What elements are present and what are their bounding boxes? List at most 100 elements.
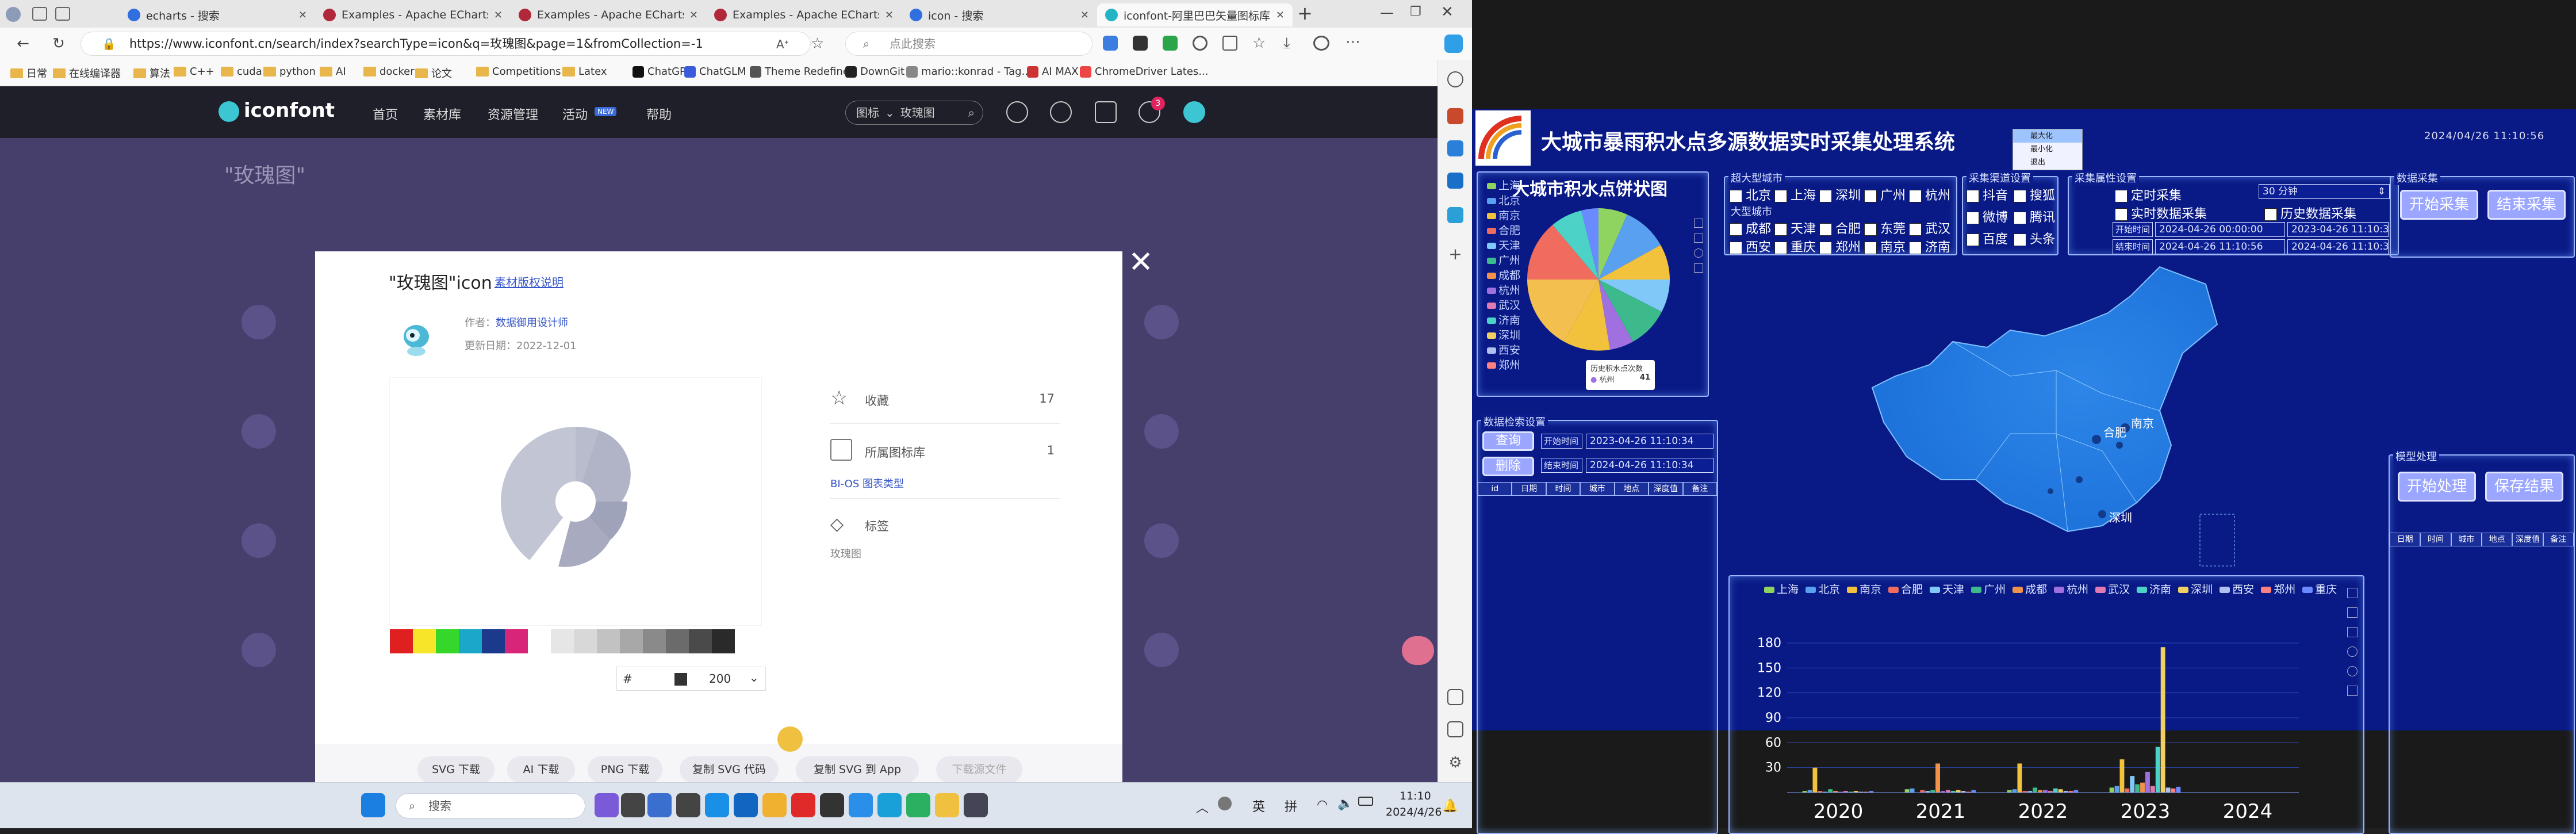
favorite-item[interactable]: python: [263, 66, 316, 78]
source-option[interactable]: 头条: [2014, 229, 2055, 247]
city-checkbox[interactable]: [1909, 190, 1922, 202]
bar[interactable]: [2073, 790, 2079, 793]
bar[interactable]: [2033, 787, 2038, 793]
bar[interactable]: [2140, 782, 2145, 793]
result-icon[interactable]: [1144, 523, 1179, 558]
close-icon[interactable]: ✕: [885, 9, 894, 21]
result-icon[interactable]: [1144, 633, 1179, 667]
result-icon[interactable]: [1144, 414, 1179, 449]
pie-legend-item[interactable]: 上海: [1487, 177, 1527, 192]
settings-app-icon[interactable]: [647, 793, 672, 817]
save-result-button[interactable]: 保存结果: [2485, 472, 2563, 502]
bar-legend-item[interactable]: 武汉: [2095, 583, 2130, 596]
city-option[interactable]: 济南: [1909, 237, 1950, 255]
workspaces-icon[interactable]: [32, 7, 47, 21]
copy-svg-code-button[interactable]: 复制 SVG 代码: [680, 756, 779, 782]
bar[interactable]: [2145, 771, 2150, 793]
bar[interactable]: [2150, 786, 2155, 793]
toolbox-icon[interactable]: [1694, 263, 1703, 273]
bar[interactable]: [1930, 790, 1935, 793]
collections-icon[interactable]: ☆: [1252, 35, 1266, 52]
download-source-button[interactable]: 下载源文件: [936, 756, 1022, 782]
new-tab-button[interactable]: +: [1297, 2, 1313, 24]
extension-icon[interactable]: [1193, 36, 1208, 51]
color-swatch[interactable]: [689, 629, 712, 653]
favorite-item[interactable]: Latex: [562, 66, 607, 78]
city-checkbox[interactable]: [1864, 190, 1877, 202]
city-option[interactable]: 成都: [1730, 219, 1771, 237]
favorite-item[interactable]: C++: [174, 66, 214, 78]
column-header[interactable]: 备注: [2543, 533, 2574, 546]
city-option[interactable]: 西安: [1730, 237, 1771, 255]
color-swatch[interactable]: [482, 629, 505, 653]
chevron-up-icon[interactable]: ︿: [1196, 798, 1209, 816]
copilot-sidebar-icon[interactable]: [1444, 35, 1463, 53]
file-explorer-icon[interactable]: [762, 793, 787, 817]
bar-legend-item[interactable]: 成都: [2012, 583, 2047, 596]
search-end-input[interactable]: 2024-04-26 11:10:34: [1586, 458, 1713, 473]
history-end-input[interactable]: 2024-04-26 11:10:34: [2287, 239, 2389, 254]
start-process-button[interactable]: 开始处理: [2398, 472, 2476, 502]
bar[interactable]: [1945, 790, 1950, 793]
favorite-item[interactable]: Theme Redefine: [750, 66, 849, 78]
taskbar-search-input[interactable]: ⌕ 搜索: [396, 793, 585, 818]
app-icon[interactable]: [935, 793, 959, 817]
favorite-item[interactable]: 论文: [415, 66, 452, 81]
bar[interactable]: [2160, 647, 2165, 793]
tab-1[interactable]: echarts - 搜索 ✕: [120, 3, 315, 26]
battery-icon[interactable]: [1358, 797, 1373, 806]
color-swatch[interactable]: [643, 629, 666, 653]
tab-actions-icon[interactable]: [55, 7, 70, 21]
tag-chip[interactable]: 玫瑰图: [830, 546, 861, 561]
minimize-button[interactable]: —: [1380, 5, 1394, 21]
map-marker[interactable]: [2076, 476, 2083, 483]
pie-legend-item[interactable]: 济南: [1487, 312, 1527, 327]
column-header[interactable]: 日期: [2390, 533, 2421, 546]
upload-icon[interactable]: [1006, 101, 1028, 123]
nav-home[interactable]: 首页: [373, 105, 398, 123]
bar[interactable]: [1904, 789, 1910, 793]
split-screen-icon[interactable]: [1222, 36, 1237, 51]
bar[interactable]: [1956, 790, 1961, 793]
bar-legend-item[interactable]: 济南: [2137, 583, 2171, 596]
color-swatch[interactable]: [528, 629, 551, 653]
pie-legend-item[interactable]: 郑州: [1487, 357, 1527, 372]
history-start-input[interactable]: 2023-04-26 11:10:34: [2287, 222, 2389, 237]
favorite-item[interactable]: ChatGLM: [684, 66, 746, 78]
source-option[interactable]: 腾讯: [2014, 207, 2055, 225]
favorite-item[interactable]: Competitions: [476, 66, 561, 78]
search-icon[interactable]: ⌕: [968, 101, 975, 124]
task-view-icon[interactable]: [621, 793, 645, 817]
source-checkbox[interactable]: [2014, 190, 2026, 202]
column-header[interactable]: 时间: [2420, 533, 2451, 546]
refresh-icon[interactable]: ↻: [48, 33, 69, 54]
bar[interactable]: [2125, 788, 2130, 793]
toolbox-icon[interactable]: [2347, 588, 2358, 598]
city-checkbox[interactable]: [1730, 190, 1742, 202]
city-checkbox[interactable]: [1864, 242, 1877, 254]
city-option[interactable]: 重庆: [1774, 237, 1816, 255]
bar-legend-item[interactable]: 上海: [1764, 583, 1799, 596]
favorite-item[interactable]: 在线编译器: [53, 66, 121, 81]
copy-svg-to-app-button[interactable]: 复制 SVG 到 App: [796, 756, 919, 782]
windows-start-icon[interactable]: [361, 793, 385, 817]
author-avatar[interactable]: [396, 313, 436, 359]
history-option[interactable]: 历史数据采集: [2264, 204, 2356, 222]
copilot-icon[interactable]: [1313, 36, 1329, 51]
bar[interactable]: [2171, 788, 2176, 793]
city-checkbox[interactable]: [1909, 223, 1922, 236]
tab-2[interactable]: Examples - Apache ECharts ✕: [315, 3, 511, 26]
png-download-button[interactable]: PNG 下载: [588, 756, 662, 782]
bar[interactable]: [2038, 790, 2042, 793]
floating-help-button[interactable]: [1402, 636, 1434, 665]
map-marker[interactable]: [2116, 442, 2123, 449]
edge-icon[interactable]: [877, 793, 902, 817]
vscode-icon[interactable]: [849, 793, 873, 817]
bar[interactable]: [2007, 790, 2012, 793]
city-checkbox[interactable]: [1774, 190, 1787, 202]
source-checkbox[interactable]: [1966, 212, 1979, 224]
realtime-option[interactable]: 实时数据采集: [2115, 204, 2207, 222]
app-icon[interactable]: [964, 793, 988, 817]
source-option[interactable]: 搜狐: [2014, 185, 2055, 204]
add-icon[interactable]: +: [1447, 246, 1463, 262]
